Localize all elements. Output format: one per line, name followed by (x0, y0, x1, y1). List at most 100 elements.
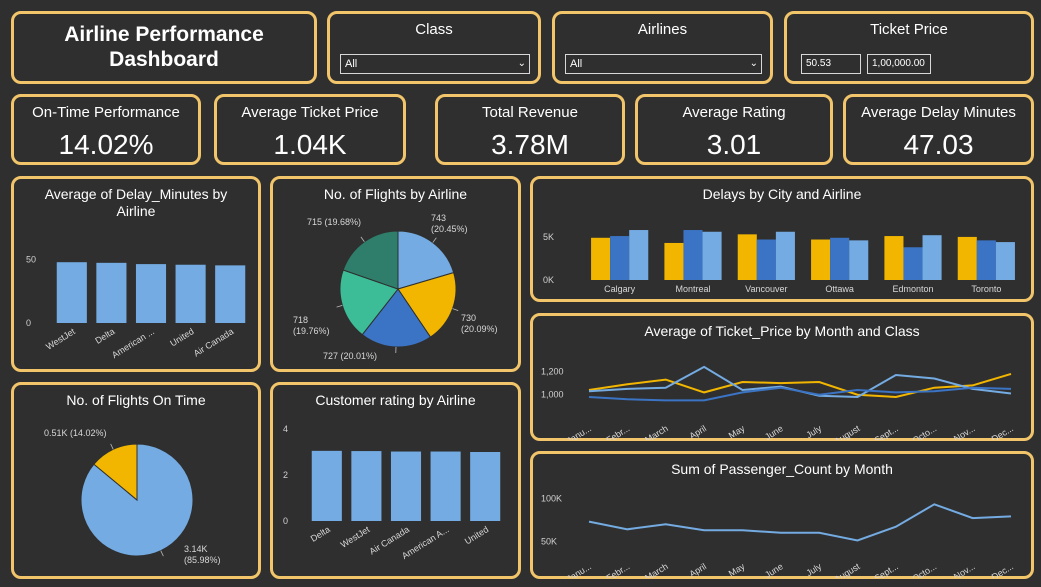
data-label: 718 (293, 315, 308, 325)
y-tick-label: 1,200 (541, 367, 564, 377)
chart-title: No. of Flights On Time (66, 392, 206, 408)
bar (629, 230, 649, 280)
bar (976, 240, 996, 280)
bar (702, 231, 722, 280)
bar (830, 237, 850, 280)
leader-line (360, 236, 365, 242)
kpi-label: Total Revenue (482, 104, 578, 121)
x-tick-label: July (804, 561, 823, 578)
airlines-dropdown-value: All (570, 58, 583, 70)
y-tick-label: 5K (543, 232, 554, 242)
ticket-price-month-chart: 1,200 1,000 Janu... Febr... March April May Jun… (541, 365, 1015, 440)
x-tick-label: August (833, 423, 862, 440)
x-tick-label: June (763, 423, 785, 440)
kpi-card-avg-delay: Average Delay Minutes 47.03 (843, 94, 1034, 165)
airlines-dropdown[interactable]: All ⌄ (565, 54, 762, 74)
airlines-filter-label: Airlines (637, 21, 688, 38)
kpi-label: On-Time Performance (32, 104, 180, 121)
x-tick-label: Ottawa (825, 284, 854, 294)
bar (96, 262, 127, 323)
x-tick-label: Air Canada (192, 326, 235, 358)
data-label: 727 (20.01%) (323, 351, 377, 361)
x-tick-label: Montreal (675, 284, 710, 294)
bar (811, 239, 831, 280)
x-tick-label: Toronto (971, 284, 1001, 294)
x-tick-label: June (763, 561, 785, 578)
x-tick-label: May (727, 423, 747, 440)
kpi-card-avg-ticket-price: Average Ticket Price 1.04K (214, 94, 406, 165)
delay-by-airline-card: Average of Delay_Minutes by Airline 50 0 W… (11, 176, 261, 372)
ticket-price-month-card: Average of Ticket_Price by Month and Cla… (530, 313, 1034, 441)
x-tick-label: Delta (93, 326, 116, 346)
delay-by-airline-chart: 50 0 WestJet DeltaAmerican ... UnitedAir Can… (26, 255, 246, 360)
x-tick-label: Dec... (990, 561, 1015, 578)
x-tick-label: WestJet (44, 326, 77, 352)
ticket-price-max-input[interactable]: 1,00,000.00 (867, 54, 931, 74)
ticket-price-filter-label: Ticket Price (870, 21, 948, 38)
data-label: 0.51K (14.02%) (44, 428, 107, 438)
y-tick-label: 100K (541, 493, 562, 503)
bar (470, 452, 501, 521)
leader-line (432, 237, 437, 243)
bar (610, 236, 630, 280)
x-tick-label: Sept... (873, 423, 900, 440)
chart-title: Delays by City and Airline (702, 186, 862, 202)
x-tick-label: American ... (110, 326, 156, 360)
flights-on-time-card: No. of Flights On Time 3.14K (85.98%) 0.51… (11, 382, 261, 579)
bar (56, 262, 87, 323)
passenger-month-chart: 100K 50K Janu... Febr... March April May June Ju… (541, 493, 1015, 578)
airlines-filter-card: Airlines All ⌄ (552, 11, 773, 84)
flights-on-time-pie: 3.14K(85.98%) 0.51K (14.02%) (44, 428, 221, 565)
x-tick-label: United (168, 326, 195, 348)
x-tick-label: Febr... (604, 561, 631, 578)
chart-title: Sum of Passenger_Count by Month (671, 461, 893, 477)
bar (390, 451, 422, 521)
rating-by-airline-chart: 420Delta WestJetAir CanadaAmerican A... Un… (283, 424, 501, 561)
series-line (588, 503, 1012, 542)
data-label: 730 (461, 313, 476, 323)
leader-line (336, 305, 343, 308)
y-tick-label: 4 (283, 424, 288, 434)
chart-title: Customer rating by Airline (315, 392, 476, 408)
class-dropdown[interactable]: All ⌄ (340, 54, 530, 74)
flights-by-airline-pie: 743(20.45%) 730(20.09%) 727 (20.01%) 718(19… (293, 213, 498, 361)
y-tick-label: 1,000 (541, 390, 564, 400)
x-tick-label: WestJet (339, 524, 372, 550)
x-tick-label: March (643, 561, 670, 578)
bar (957, 236, 977, 280)
data-label: (20.45%) (431, 224, 468, 234)
bar (849, 240, 869, 280)
x-tick-label: April (688, 561, 709, 578)
delays-city-airline-card: Delays by City and Airline 5K 0K Calgary Mo… (530, 176, 1034, 302)
chart-title: No. of Flights by Airline (323, 186, 468, 202)
data-label: (20.09%) (461, 324, 498, 334)
bar (884, 236, 904, 280)
y-tick-label: 0 (26, 318, 31, 328)
bar (351, 451, 382, 521)
class-filter-card: Class All ⌄ (327, 11, 541, 84)
leader-line (452, 308, 459, 312)
x-tick-label: Edmonton (892, 284, 933, 294)
data-label: 715 (19.68%) (307, 217, 361, 227)
leader-line (160, 550, 164, 557)
ticket-price-min-input[interactable]: 50.53 (801, 54, 861, 74)
y-tick-label: 0K (543, 275, 554, 285)
delays-city-airline-chart: 5K 0K Calgary Montreal Vancouver Ottawa Edmont… (543, 230, 1015, 294)
x-tick-label: Vancouver (745, 284, 787, 294)
x-tick-label: Calgary (604, 284, 636, 294)
dashboard-title: Airline Performance Dashboard (64, 23, 264, 71)
y-tick-label: 50K (541, 536, 557, 546)
chart-title: Average of Delay_Minutes by Airline (44, 186, 228, 219)
bar (903, 247, 923, 280)
class-filter-label: Class (415, 21, 453, 38)
x-tick-label: Nov... (952, 423, 977, 440)
x-tick-label: Nov... (952, 561, 977, 578)
x-tick-label: United (463, 524, 490, 546)
x-tick-label: Janu... (565, 561, 593, 578)
bar (215, 265, 246, 323)
kpi-value: 3.01 (706, 129, 762, 160)
kpi-value: 14.02% (58, 129, 154, 160)
data-label: 743 (431, 213, 446, 223)
x-tick-label: Janu... (565, 423, 593, 440)
bar (683, 230, 703, 280)
